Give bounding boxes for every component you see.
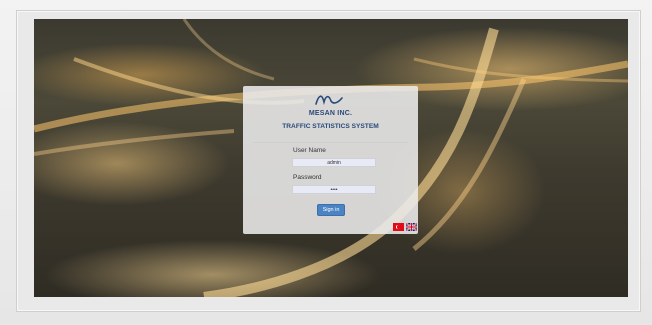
username-input[interactable] [292,158,376,167]
uk-flag-icon[interactable] [406,223,417,231]
company-name: MESAN INC. [308,110,353,117]
password-label: Password [293,174,322,181]
crescent-cutout [397,225,401,229]
sign-in-button[interactable]: Sign in [317,204,345,216]
mesan-logo-icon [315,95,343,106]
username-label: User Name [293,147,326,154]
turkish-flag-icon[interactable] [393,223,404,231]
system-name: TRAFFIC STATISTICS SYSTEM [282,123,379,130]
divider [253,142,408,143]
login-card: MESAN INC. TRAFFIC STATISTICS SYSTEM Use… [243,86,418,234]
password-input[interactable] [292,185,376,194]
